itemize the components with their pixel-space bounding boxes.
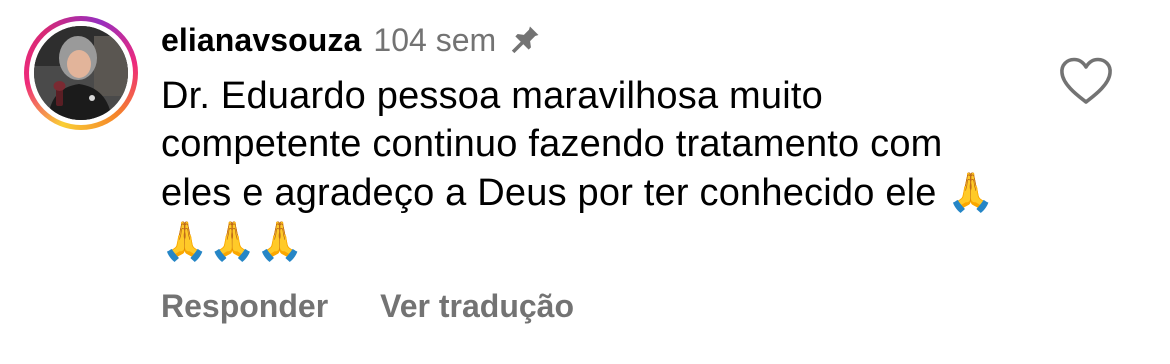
avatar[interactable] (34, 26, 128, 120)
like-button[interactable] (1058, 56, 1114, 106)
reply-button[interactable]: Responder (161, 288, 328, 325)
comment-body: Dr. Eduardo pessoa maravilhosa muito com… (161, 75, 948, 214)
heart-outline-icon (1060, 57, 1112, 104)
username[interactable]: elianavsouza (161, 22, 361, 59)
comment-text: Dr. Eduardo pessoa maravilhosa muito com… (161, 72, 1021, 266)
comment: elianavsouza 104 sem Dr. Eduardo pessoa … (0, 0, 1170, 364)
avatar-photo (34, 26, 128, 120)
avatar-story-ring[interactable] (24, 16, 138, 130)
translate-button[interactable]: Ver tradução (380, 288, 574, 325)
pin-icon (508, 23, 542, 57)
comment-header: elianavsouza 104 sem (161, 18, 542, 62)
avatar-ring-gap (29, 21, 133, 125)
comment-actions: Responder Ver tradução (161, 288, 626, 325)
timestamp: 104 sem (373, 21, 497, 58)
